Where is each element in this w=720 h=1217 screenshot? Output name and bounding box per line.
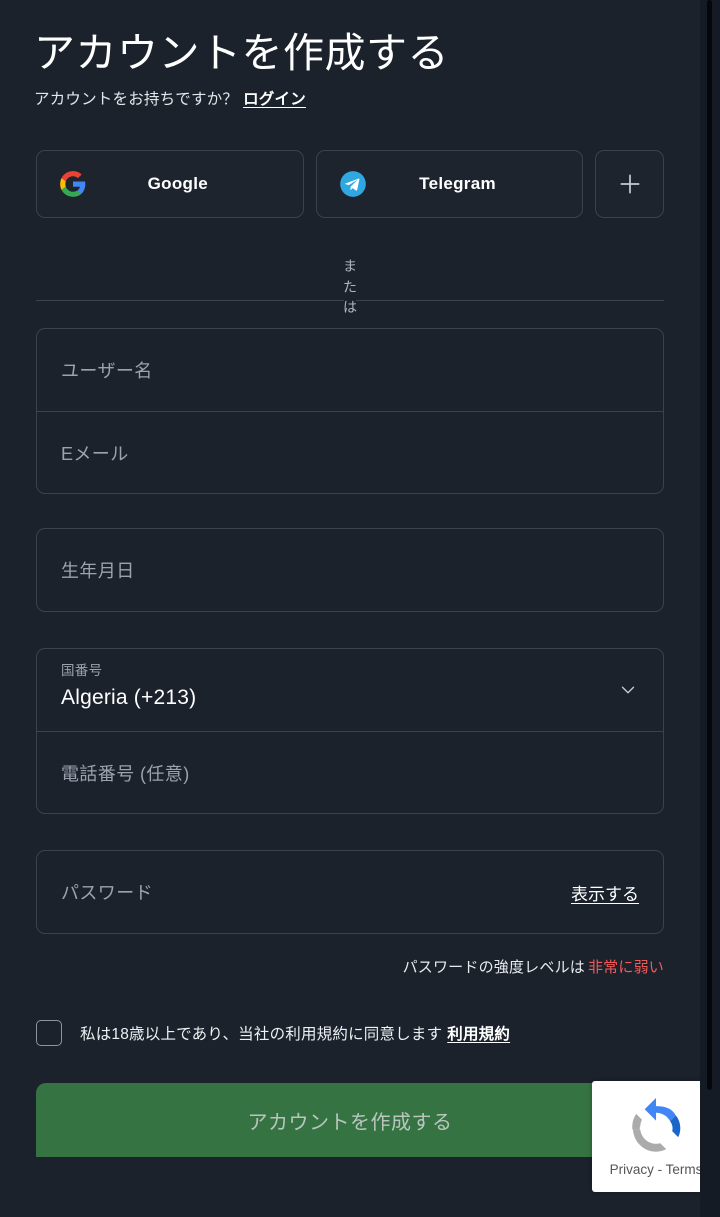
terms-text: 私は18歳以上であり、当社の利用規約に同意します 利用規約 <box>80 1022 510 1044</box>
password-field[interactable]: パスワード 表示する <box>37 851 663 933</box>
google-icon <box>60 171 86 198</box>
vertical-scrollbar-thumb[interactable] <box>707 0 712 1090</box>
plus-icon <box>620 174 640 194</box>
phone-number-placeholder: 電話番号 (任意) <box>61 763 190 784</box>
country-code-value: Algeria (+213) <box>61 686 197 710</box>
phone-field-group: 国番号 Algeria (+213) 電話番号 (任意) <box>36 648 664 815</box>
telegram-icon <box>339 171 366 198</box>
phone-number-field[interactable]: 電話番号 (任意) <box>37 731 663 813</box>
telegram-login-label: Telegram <box>419 174 496 194</box>
username-field[interactable]: ユーザー名 <box>37 329 663 411</box>
telegram-login-button[interactable]: Telegram <box>315 150 584 219</box>
username-placeholder: ユーザー名 <box>61 361 153 382</box>
spacer-after-phone <box>0 814 700 850</box>
email-placeholder: Eメール <box>61 443 129 464</box>
email-field[interactable]: Eメール <box>37 411 663 493</box>
login-prompt-text: アカウントをお持ちですか？ <box>34 91 239 109</box>
login-prompt: アカウントをお持ちですか？ ログイン <box>0 79 700 109</box>
birthdate-field-group: 生年月日 <box>36 528 664 613</box>
country-code-label: 国番号 <box>61 663 103 679</box>
divider-line-right <box>356 300 664 302</box>
age-terms-checkbox[interactable] <box>36 1020 62 1047</box>
password-strength-label: パスワードの強度レベルは <box>402 959 585 977</box>
signup-page: アカウントを作成する アカウントをお持ちですか？ ログイン Google Tel… <box>0 0 700 1217</box>
or-divider: または <box>36 256 664 328</box>
divider-or-label: または <box>343 258 357 315</box>
create-account-button[interactable]: アカウントを作成する <box>36 1083 664 1158</box>
password-placeholder: パスワード <box>61 883 153 904</box>
chevron-down-icon <box>621 686 635 694</box>
recaptcha-privacy-terms[interactable]: Privacy - Terms <box>610 1162 703 1177</box>
password-strength-value: 非常に弱い <box>587 959 664 977</box>
spacer-after-identity <box>0 494 700 528</box>
recaptcha-icon <box>632 1097 681 1152</box>
terms-statement: 私は18歳以上であり、当社の利用規約に同意します <box>80 1026 443 1044</box>
terms-of-service-link[interactable]: 利用規約 <box>447 1026 510 1043</box>
password-field-group: パスワード 表示する <box>36 850 664 935</box>
more-login-options-button[interactable] <box>595 150 664 219</box>
birthdate-field[interactable]: 生年月日 <box>37 529 663 611</box>
toggle-password-visibility-link[interactable]: 表示する <box>571 880 639 905</box>
google-login-label: Google <box>147 174 209 194</box>
login-link[interactable]: ログイン <box>243 91 306 108</box>
google-login-button[interactable]: Google <box>36 150 304 219</box>
social-login-row: Google Telegram <box>0 109 700 219</box>
divider-line-left <box>36 300 344 302</box>
birthdate-placeholder: 生年月日 <box>61 561 135 582</box>
country-code-select[interactable]: 国番号 Algeria (+213) <box>37 649 663 731</box>
identity-field-group: ユーザー名 Eメール <box>36 328 664 495</box>
vertical-scrollbar-track[interactable] <box>700 0 720 1217</box>
signup-screen: アカウントを作成する アカウントをお持ちですか？ ログイン Google Tel… <box>0 0 720 1217</box>
spacer-after-birthdate <box>0 612 700 648</box>
terms-row: 私は18歳以上であり、当社の利用規約に同意します 利用規約 <box>36 1020 664 1047</box>
page-title: アカウントを作成する <box>34 30 449 76</box>
password-strength: パスワードの強度レベルは 非常に弱い <box>36 956 664 977</box>
